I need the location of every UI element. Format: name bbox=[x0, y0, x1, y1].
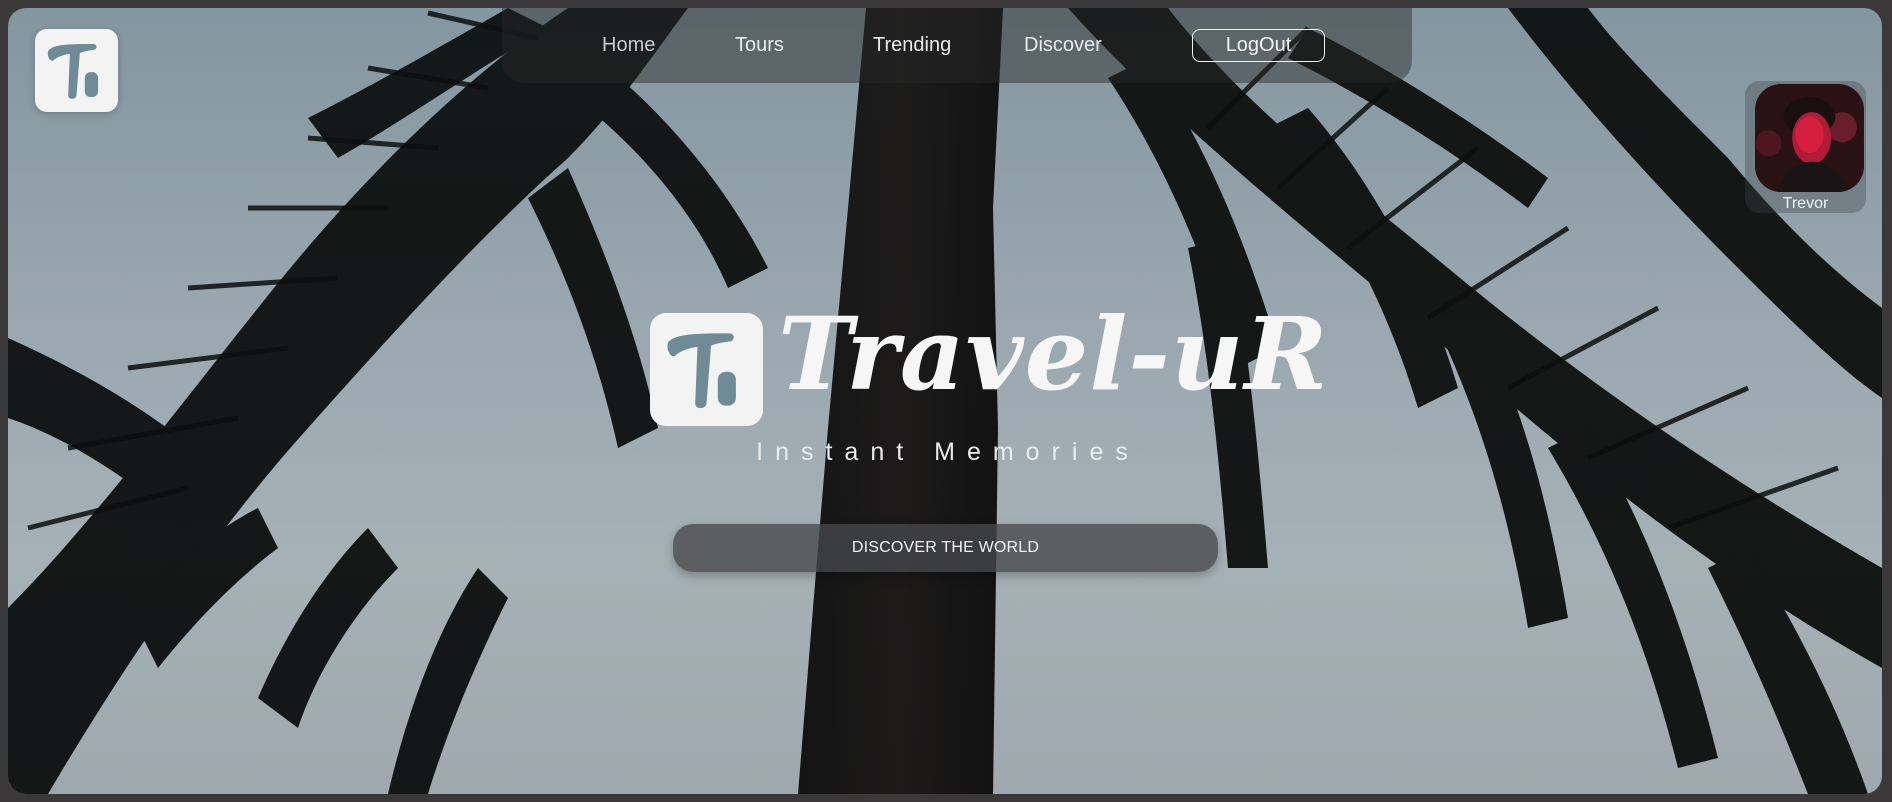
nav-tours[interactable]: Tours bbox=[735, 34, 784, 57]
profile-name: Trevor bbox=[1782, 195, 1829, 212]
hero-subtitle: Instant Memories bbox=[756, 438, 1140, 466]
tr-logo-icon bbox=[667, 333, 736, 409]
logout-button[interactable]: LogOut bbox=[1192, 29, 1325, 62]
avatar[interactable] bbox=[1755, 84, 1864, 192]
nav-home[interactable]: Home bbox=[602, 34, 655, 57]
nav-discover[interactable]: Discover bbox=[1024, 34, 1102, 57]
discover-the-world-button[interactable]: DISCOVER THE WORLD bbox=[673, 524, 1218, 572]
brand-logo-icon[interactable] bbox=[35, 29, 118, 112]
nav-trending[interactable]: Trending bbox=[873, 34, 951, 57]
user-avatar-image bbox=[1755, 84, 1864, 192]
profile-card: Trevor bbox=[1745, 81, 1866, 213]
hero-title: Travel-uR bbox=[778, 295, 1329, 413]
hero-logo-icon bbox=[650, 313, 763, 426]
app-frame: Home Tours Trending Discover LogOut Trev… bbox=[8, 8, 1882, 794]
top-nav: Home Tours Trending Discover LogOut bbox=[502, 8, 1412, 83]
tr-logo-icon bbox=[47, 43, 99, 99]
